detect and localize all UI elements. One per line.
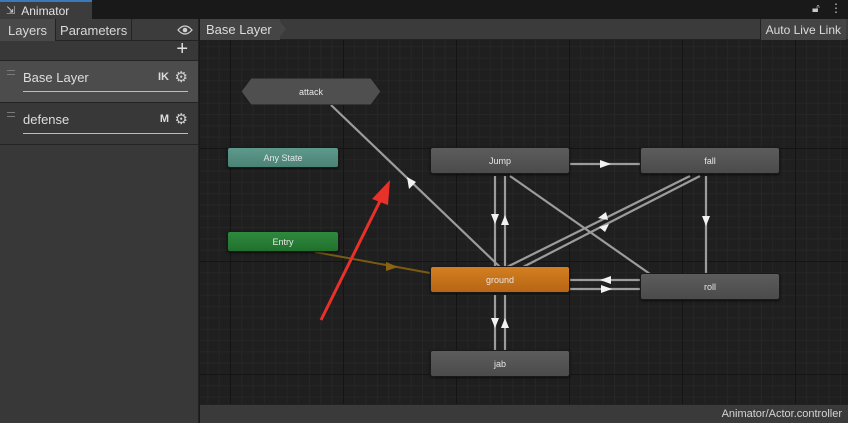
state-label: Jump [488, 155, 511, 166]
state-node-jab[interactable]: jab [430, 350, 570, 377]
drag-handle-icon[interactable] [7, 112, 15, 117]
add-layer-button[interactable]: + [176, 39, 188, 59]
state-label: Any State [263, 152, 303, 163]
animator-tab-title: Animator [21, 3, 70, 18]
layer-item-base-layer[interactable]: Base Layer IK ⚙ [0, 61, 198, 103]
status-bar: Animator/Actor.controller [200, 404, 848, 423]
state-node-fall[interactable]: fall [640, 147, 780, 174]
tab-layers[interactable]: Layers [0, 19, 57, 41]
layer-ik-badge: IK [158, 71, 169, 83]
layers-panel: Layers Parameters + Base Layer IK ⚙ defe… [0, 19, 199, 423]
state-label: roll [703, 281, 716, 292]
state-node-roll[interactable]: roll [640, 273, 780, 300]
eye-icon[interactable] [177, 19, 193, 40]
lock-icon[interactable]: 🔓︎ [812, 1, 820, 16]
state-node-entry[interactable]: Entry [227, 231, 339, 252]
state-node-jump[interactable]: Jump [430, 147, 570, 174]
animator-icon: ⇲ [6, 5, 16, 17]
gear-icon[interactable]: ⚙ [175, 68, 188, 86]
layer-weight-bar [23, 133, 188, 134]
state-label: ground [485, 274, 515, 285]
state-label: fall [704, 155, 716, 166]
panel-tabs: Layers Parameters [0, 19, 198, 41]
add-layer-row: + [0, 39, 198, 61]
window-tab-bar: ⇲ Animator 🔓︎ ⋮ [0, 0, 848, 19]
state-label: attack [298, 86, 323, 97]
drag-handle-icon[interactable] [7, 70, 15, 75]
state-label: Entry [272, 236, 294, 247]
layer-item-defense[interactable]: defense M ⚙ [0, 103, 198, 145]
state-node-attack[interactable]: attack [241, 78, 381, 105]
layer-mask-badge: M [159, 113, 169, 125]
layer-name: defense [23, 112, 70, 127]
gear-icon[interactable]: ⚙ [175, 110, 188, 128]
state-node-any-state[interactable]: Any State [227, 147, 339, 168]
tab-parameters[interactable]: Parameters [56, 19, 133, 41]
transitions-layer [314, 104, 710, 350]
layer-weight-bar [23, 91, 188, 92]
kebab-menu-icon[interactable]: ⋮ [830, 1, 842, 15]
controller-path: Animator/Actor.controller [721, 408, 842, 420]
state-machine-graph[interactable]: Base Layer Auto Live Link attack Any Sta… [200, 19, 848, 404]
state-label: jab [493, 358, 506, 369]
layer-name: Base Layer [23, 70, 89, 85]
animator-tab[interactable]: ⇲ Animator [0, 0, 92, 19]
state-node-ground[interactable]: ground [430, 266, 570, 293]
